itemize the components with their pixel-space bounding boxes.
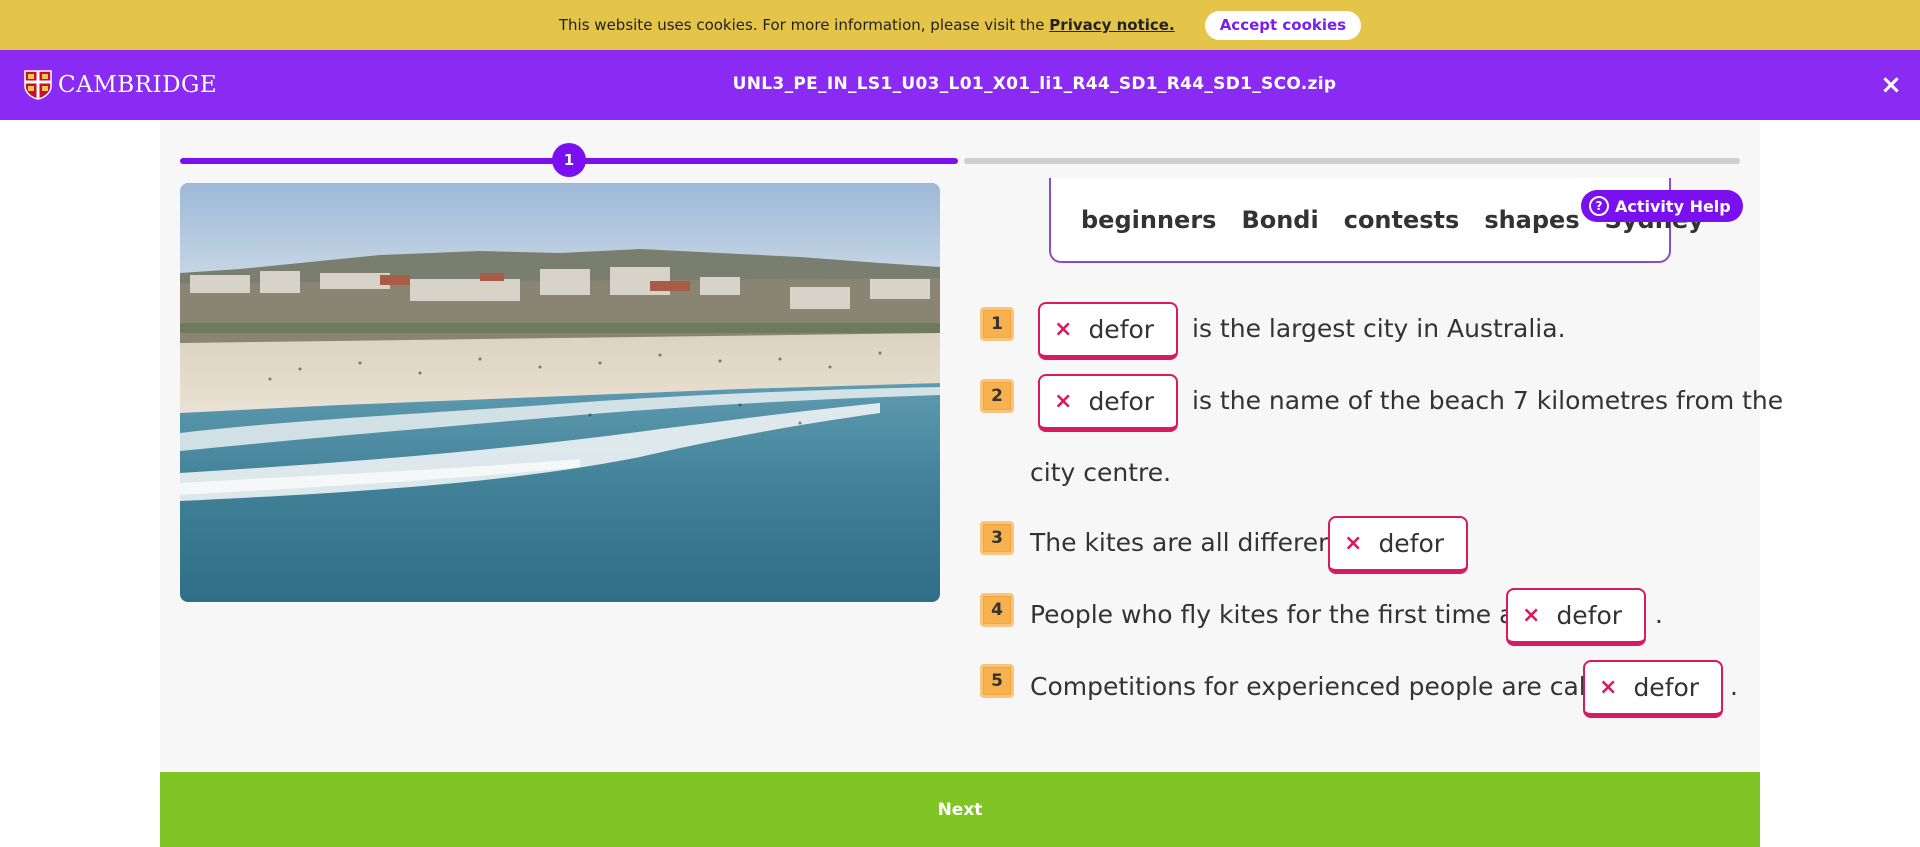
progress-bar: 1 xyxy=(180,143,1740,177)
question-number-label: 1 xyxy=(984,311,1010,337)
app-header: CAMBRIDGE UNL3_PE_IN_LS1_U03_L01_X01_li1… xyxy=(0,50,1920,120)
answer-value: defor xyxy=(1378,529,1445,558)
question-number: 3 xyxy=(980,521,1014,555)
word-option[interactable]: shapes xyxy=(1484,206,1579,234)
beach-image xyxy=(180,183,940,602)
cookie-text: This website uses cookies. For more info… xyxy=(558,16,1045,34)
page-title: UNL3_PE_IN_LS1_U03_L01_X01_li1_R44_SD1_R… xyxy=(732,74,1337,94)
progress-step-marker[interactable]: 1 xyxy=(552,143,586,177)
answer-value: defor xyxy=(1088,387,1155,416)
accept-cookies-button[interactable]: Accept cookies xyxy=(1204,10,1362,40)
wrong-icon: × xyxy=(1522,603,1541,628)
word-bank: beginners Bondi contests shapes Sydney xyxy=(1049,178,1704,263)
question-number-label: 3 xyxy=(984,525,1010,551)
wrong-icon: × xyxy=(1054,317,1073,342)
question-text-continued: city centre. xyxy=(1030,458,1172,487)
question-number: 5 xyxy=(980,664,1014,698)
wrong-icon: × xyxy=(1599,675,1618,700)
question-text: The kites are all different xyxy=(1030,528,1344,557)
answer-value: defor xyxy=(1088,315,1155,344)
word-option[interactable]: beginners xyxy=(1081,206,1216,234)
question-text-end: . xyxy=(1730,672,1738,701)
answer-value: defor xyxy=(1556,601,1623,630)
word-option[interactable]: Bondi xyxy=(1241,206,1318,234)
answer-slot[interactable]: × defor xyxy=(1038,302,1178,360)
word-option[interactable]: contests xyxy=(1344,206,1460,234)
answer-slot[interactable]: × defor xyxy=(1506,588,1646,646)
bondi-beach-photo xyxy=(180,183,940,602)
cookie-banner: This website uses cookies. For more info… xyxy=(0,0,1920,50)
question-number: 2 xyxy=(980,379,1014,413)
question-text-end: . xyxy=(1655,600,1663,629)
privacy-notice-link[interactable]: Privacy notice. xyxy=(1049,16,1174,34)
cookie-message: This website uses cookies. For more info… xyxy=(559,16,1175,34)
answer-slot[interactable]: × defor xyxy=(1583,660,1723,718)
answer-slot[interactable]: × defor xyxy=(1038,374,1178,432)
question-text: People who fly kites for the first time … xyxy=(1030,600,1540,629)
question-text: Competitions for experienced people are … xyxy=(1030,672,1624,701)
question-number-label: 2 xyxy=(984,383,1010,409)
question-text: is the largest city in Australia. xyxy=(1192,314,1566,343)
activity-help-button[interactable]: ? Activity Help xyxy=(1581,190,1743,222)
next-button[interactable]: Next xyxy=(160,772,1760,847)
wrong-icon: × xyxy=(1054,389,1073,414)
question-icon: ? xyxy=(1589,196,1609,216)
answer-value: defor xyxy=(1633,673,1700,702)
question-number: 1 xyxy=(980,307,1014,341)
question-number-label: 5 xyxy=(984,668,1010,694)
close-icon[interactable]: × xyxy=(1878,72,1904,98)
activity-help-label: Activity Help xyxy=(1615,196,1731,216)
question-text: is the name of the beach 7 kilometres fr… xyxy=(1192,386,1784,415)
answer-slot[interactable]: × defor xyxy=(1328,516,1468,574)
question-number-label: 4 xyxy=(984,597,1010,623)
progress-remaining-track xyxy=(964,158,1740,164)
question-number: 4 xyxy=(980,593,1014,627)
wrong-icon: × xyxy=(1344,531,1363,556)
